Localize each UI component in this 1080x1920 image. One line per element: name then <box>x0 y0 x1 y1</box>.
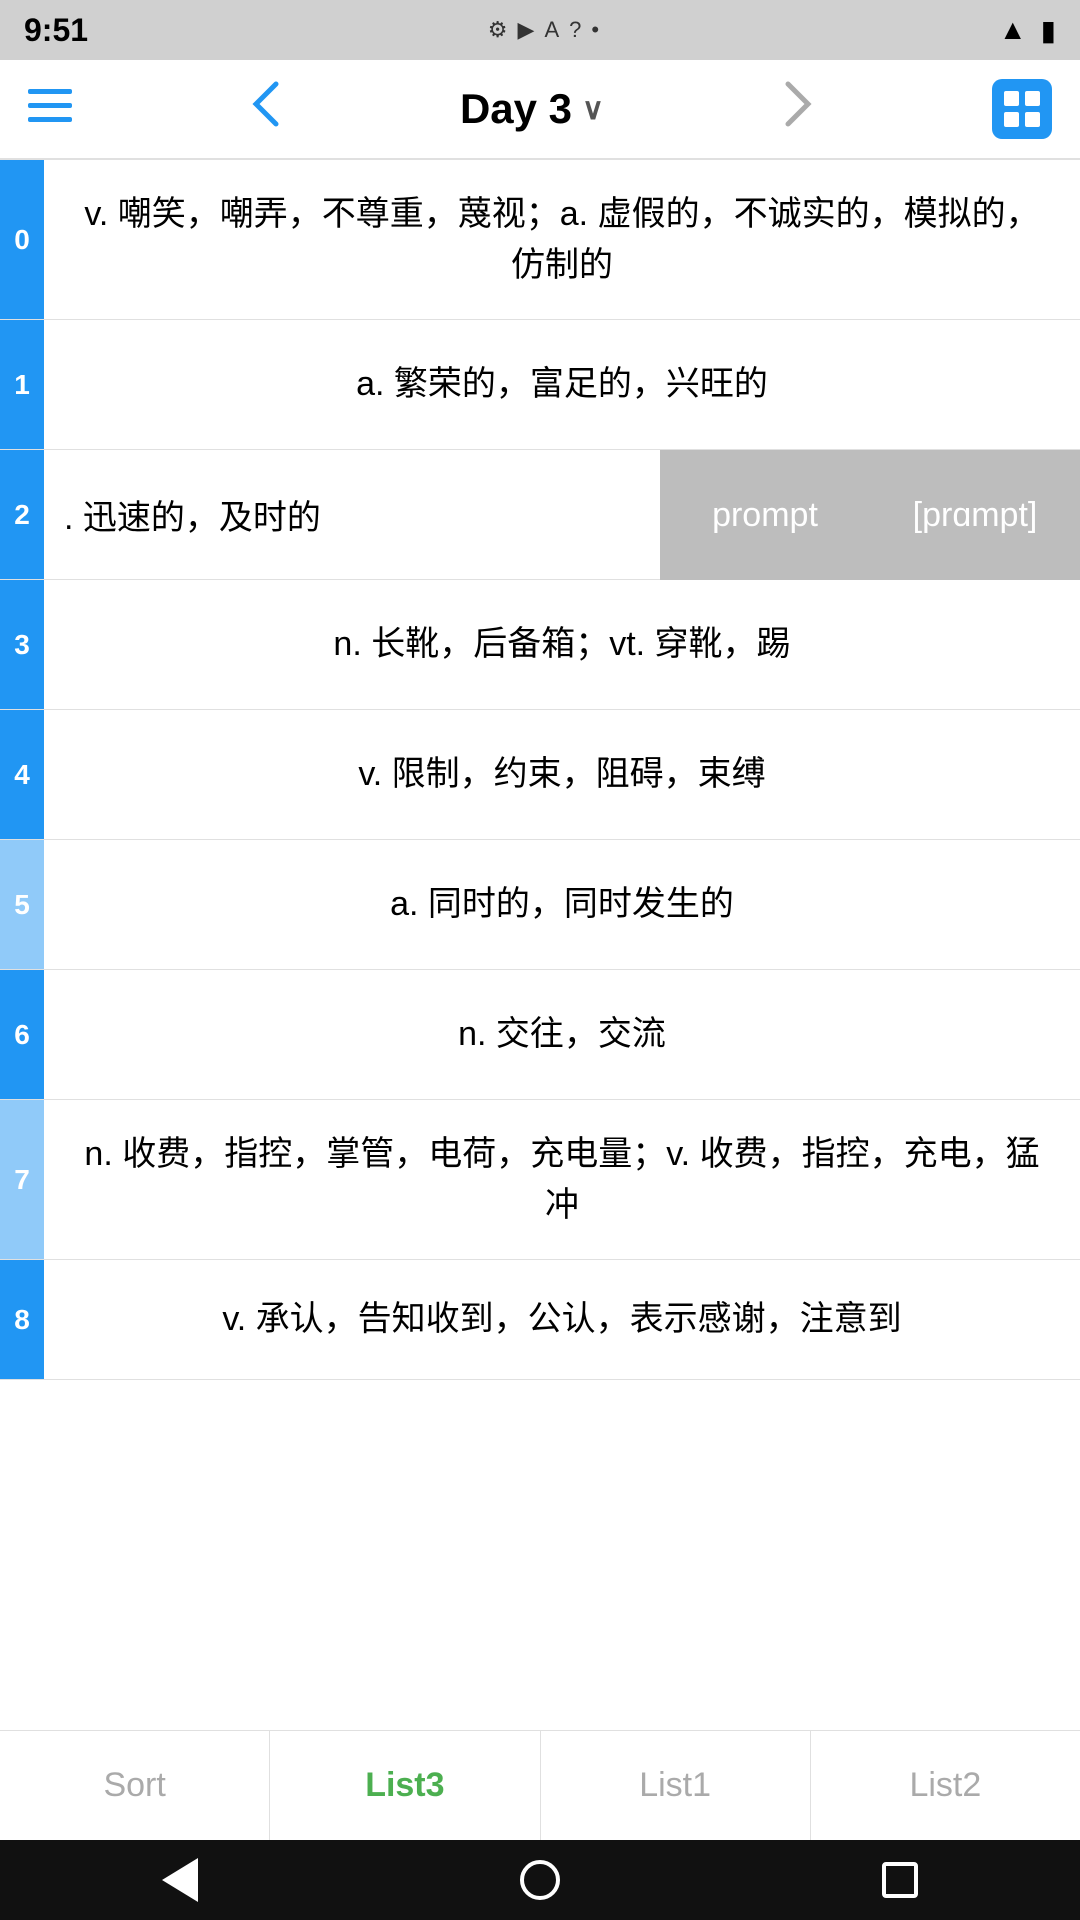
tab-list1-label: List1 <box>639 1766 711 1805</box>
word-row[interactable]: 1 a. 繁荣的，富足的，兴旺的 <box>0 320 1080 450</box>
row-index: 7 <box>0 1100 44 1259</box>
tab-list2[interactable]: List2 <box>811 1731 1080 1840</box>
grid-view-button[interactable] <box>992 79 1052 139</box>
row-definition: n. 交往，交流 <box>44 970 1080 1099</box>
row-definition: n. 收费，指控，掌管，电荷，充电量；v. 收费，指控，充电，猛冲 <box>44 1100 1080 1259</box>
word-row[interactable]: 7 n. 收费，指控，掌管，电荷，充电量；v. 收费，指控，充电，猛冲 <box>0 1100 1080 1260</box>
signal-icon: ▲ <box>999 14 1027 46</box>
forward-button[interactable] <box>784 80 812 138</box>
top-nav: Day 3 ∨ <box>0 60 1080 160</box>
settings-icon: ⚙ <box>488 17 508 43</box>
dot-icon: • <box>591 17 599 43</box>
day-title[interactable]: Day 3 ∨ <box>460 85 604 133</box>
title-chevron-icon: ∨ <box>582 92 604 127</box>
status-right: ▲ ▮ <box>999 14 1056 47</box>
word-list: 0 v. 嘲笑，嘲弄，不尊重，蔑视；a. 虚假的，不诚实的，模拟的，仿制的 1 … <box>0 160 1080 1380</box>
day-title-text: Day 3 <box>460 85 572 133</box>
row-definition: n. 长靴，后备箱；vt. 穿靴，踢 <box>44 580 1080 709</box>
tab-sort[interactable]: Sort <box>0 1731 270 1840</box>
tab-sort-label: Sort <box>103 1766 165 1805</box>
sys-home-button[interactable] <box>510 1850 570 1910</box>
sys-back-button[interactable] <box>150 1850 210 1910</box>
wifi-icon: ? <box>569 17 581 43</box>
back-button[interactable] <box>252 80 280 138</box>
battery-icon: ▮ <box>1041 14 1056 47</box>
row-index: 0 <box>0 160 44 319</box>
tab-list1[interactable]: List1 <box>541 1731 811 1840</box>
row-definition: v. 承认，告知收到，公认，表示感谢，注意到 <box>44 1260 1080 1379</box>
status-icons: ⚙ ▶ A ? • <box>488 17 599 43</box>
row-index: 1 <box>0 320 44 449</box>
word-row[interactable]: 4 v. 限制，约束，阻碍，束缚 <box>0 710 1080 840</box>
menu-icon[interactable] <box>28 89 72 130</box>
row-definition: v. 嘲笑，嘲弄，不尊重，蔑视；a. 虚假的，不诚实的，模拟的，仿制的 <box>44 160 1080 319</box>
popup-overlay: prompt [prɑmpt] <box>660 450 1080 580</box>
word-row[interactable]: 6 n. 交往，交流 <box>0 970 1080 1100</box>
popup-word[interactable]: prompt <box>660 450 870 580</box>
bottom-tabs: Sort List3 List1 List2 <box>0 1730 1080 1840</box>
row-index: 2 <box>0 450 44 579</box>
row-index: 8 <box>0 1260 44 1379</box>
word-row[interactable]: 3 n. 长靴，后备箱；vt. 穿靴，踢 <box>0 580 1080 710</box>
row-definition: a. 同时的，同时发生的 <box>44 840 1080 969</box>
word-row[interactable]: 8 v. 承认，告知收到，公认，表示感谢，注意到 <box>0 1260 1080 1380</box>
tab-list3-label: List3 <box>365 1766 444 1805</box>
row-definition: a. 繁荣的，富足的，兴旺的 <box>44 320 1080 449</box>
sys-recents-button[interactable] <box>870 1850 930 1910</box>
font-icon: A <box>544 17 559 43</box>
popup-phonetic[interactable]: [prɑmpt] <box>870 450 1080 580</box>
word-row-popup[interactable]: 2 . 迅速的，及时的 prompt [prɑmpt] <box>0 450 1080 580</box>
row-index: 3 <box>0 580 44 709</box>
tab-list2-label: List2 <box>909 1766 981 1805</box>
status-time: 9:51 <box>24 12 88 49</box>
row-index: 5 <box>0 840 44 969</box>
status-bar: 9:51 ⚙ ▶ A ? • ▲ ▮ <box>0 0 1080 60</box>
row-index: 6 <box>0 970 44 1099</box>
word-row[interactable]: 0 v. 嘲笑，嘲弄，不尊重，蔑视；a. 虚假的，不诚实的，模拟的，仿制的 <box>0 160 1080 320</box>
tab-list3[interactable]: List3 <box>270 1731 540 1840</box>
system-nav <box>0 1840 1080 1920</box>
row-definition: v. 限制，约束，阻碍，束缚 <box>44 710 1080 839</box>
row-partial-definition: . 迅速的，及时的 <box>44 490 321 539</box>
word-row[interactable]: 5 a. 同时的，同时发生的 <box>0 840 1080 970</box>
play-icon: ▶ <box>518 17 535 43</box>
row-index: 4 <box>0 710 44 839</box>
